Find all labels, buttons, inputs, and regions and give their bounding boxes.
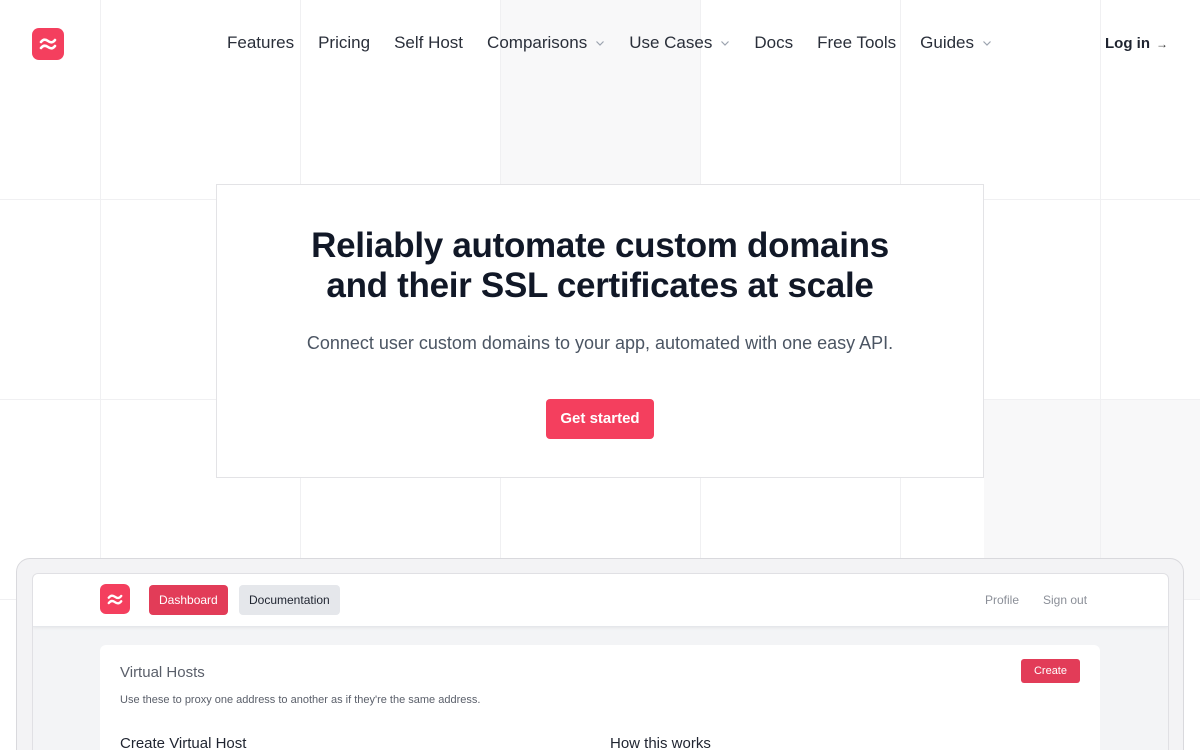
nav-features[interactable]: Features [227, 33, 294, 53]
nav-pricing[interactable]: Pricing [318, 33, 370, 53]
nav-comparisons[interactable]: Comparisons [487, 33, 605, 53]
nav-docs[interactable]: Docs [754, 33, 793, 53]
get-started-button[interactable]: Get started [546, 399, 654, 439]
hero-title: Reliably automate custom domains and the… [217, 226, 983, 306]
app-header: Dashboard Documentation Profile Sign out [33, 574, 1168, 627]
hero-title-line1: Reliably automate custom domains [311, 226, 889, 265]
hero-title-line2: and their SSL certificates at scale [326, 266, 874, 305]
nav-features-label: Features [227, 33, 295, 52]
sign-out-link[interactable]: Sign out [1043, 593, 1087, 607]
nav-self-host[interactable]: Self Host [394, 33, 463, 53]
hero-card: Reliably automate custom domains and the… [216, 184, 984, 478]
chevron-down-icon [596, 41, 605, 46]
nav-comparisons-label: Comparisons [487, 33, 588, 52]
main-menu: Features Pricing Self Host Comparisons U… [227, 33, 1016, 53]
wave-logo-icon [107, 594, 123, 604]
wave-logo-icon [39, 38, 57, 50]
hero-subtitle: Connect user custom domains to your app,… [306, 333, 894, 353]
login-label: Log in [1105, 35, 1150, 52]
panel-title: Virtual Hosts [120, 664, 205, 681]
nav-docs-label: Docs [754, 33, 794, 52]
how-this-works-heading: How this works [610, 735, 711, 750]
virtual-hosts-panel: Virtual Hosts Use these to proxy one add… [100, 645, 1100, 750]
nav-pricing-label: Pricing [318, 33, 371, 52]
chevron-down-icon [983, 41, 991, 46]
documentation-button[interactable]: Documentation [239, 585, 340, 615]
nav-guides-label: Guides [920, 33, 975, 52]
profile-link[interactable]: Profile [985, 593, 1019, 607]
chevron-down-icon [721, 41, 730, 46]
app-preview-window: Dashboard Documentation Profile Sign out… [32, 573, 1169, 750]
panel-description: Use these to proxy one address to anothe… [120, 694, 481, 706]
create-button[interactable]: Create [1020, 659, 1080, 683]
nav-free-tools-label: Free Tools [817, 33, 897, 52]
create-virtual-host-heading: Create Virtual Host [120, 735, 247, 750]
nav-use-cases-label: Use Cases [629, 33, 713, 52]
login-link[interactable]: Log in → [1105, 35, 1168, 52]
top-nav: Features Pricing Self Host Comparisons U… [0, 0, 1200, 88]
brand-logo[interactable] [32, 28, 64, 60]
dashboard-button[interactable]: Dashboard [149, 585, 228, 615]
nav-free-tools[interactable]: Free Tools [817, 33, 896, 53]
nav-use-cases[interactable]: Use Cases [629, 33, 730, 53]
arrow-right-icon: → [1156, 36, 1168, 51]
nav-self-host-label: Self Host [394, 33, 464, 52]
nav-guides[interactable]: Guides [920, 33, 992, 53]
app-logo[interactable] [100, 584, 130, 614]
